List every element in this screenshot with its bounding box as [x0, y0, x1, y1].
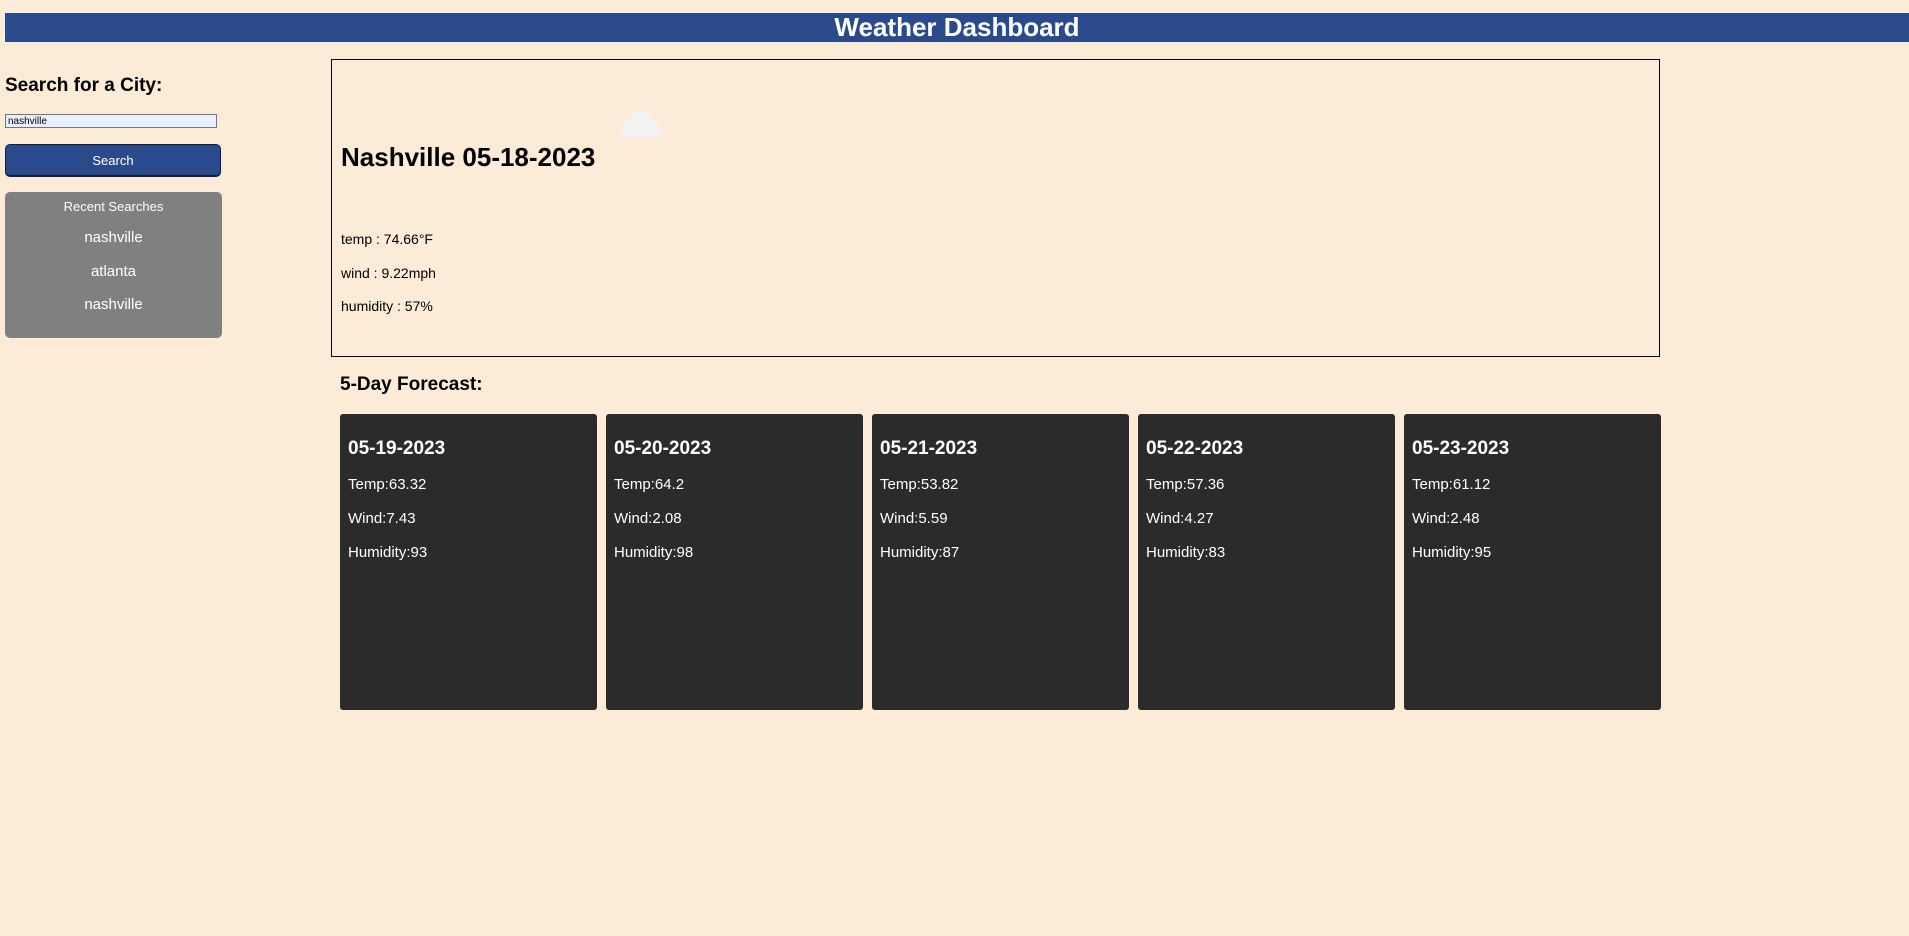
forecast-heading: 5-Day Forecast: [340, 374, 483, 395]
forecast-wind: Wind:2.08 [614, 510, 682, 527]
forecast-humidity: Humidity:98 [614, 544, 694, 561]
forecast-date: 05-19-2023 [348, 438, 446, 459]
forecast-card: 05-20-2023 Temp:64.2 Wind:2.08 Humidity:… [606, 414, 863, 710]
forecast-card: 05-21-2023 Temp:53.82 Wind:5.59 Humidity… [872, 414, 1129, 710]
current-weather-panel: Nashville 05-18-2023 temp : 74.66°F wind… [331, 59, 1660, 357]
forecast-humidity: Humidity:83 [1146, 544, 1226, 561]
forecast-temp: Temp:61.12 [1412, 476, 1491, 493]
forecast-wind: Wind:7.43 [348, 510, 416, 527]
forecast-card: 05-19-2023 Temp:63.32 Wind:7.43 Humidity… [340, 414, 597, 710]
forecast-humidity: Humidity:93 [348, 544, 428, 561]
current-wind: wind : 9.22mph [341, 265, 436, 281]
current-temp: temp : 74.66°F [341, 231, 433, 247]
forecast-date: 05-20-2023 [614, 438, 712, 459]
forecast-card: 05-23-2023 Temp:61.12 Wind:2.48 Humidity… [1404, 414, 1661, 710]
cloud-icon [615, 106, 667, 142]
forecast-temp: Temp:57.36 [1146, 476, 1225, 493]
forecast-card: 05-22-2023 Temp:57.36 Wind:4.27 Humidity… [1138, 414, 1395, 710]
forecast-date: 05-22-2023 [1146, 438, 1244, 459]
forecast-humidity: Humidity:87 [880, 544, 960, 561]
forecast-date: 05-21-2023 [880, 438, 978, 459]
search-heading: Search for a City: [5, 75, 163, 96]
forecast-temp: Temp:63.32 [348, 476, 427, 493]
app-title: Weather Dashboard [834, 12, 1080, 42]
forecast-wind: Wind:2.48 [1412, 510, 1480, 527]
current-humidity: humidity : 57% [341, 298, 433, 314]
recent-searches-panel: Recent Searches nashville atlanta nashvi… [5, 192, 222, 338]
forecast-wind: Wind:5.59 [880, 510, 948, 527]
forecast-wind: Wind:4.27 [1146, 510, 1214, 527]
recent-search-item[interactable]: nashville [5, 296, 222, 313]
forecast-temp: Temp:64.2 [614, 476, 685, 493]
city-search-input[interactable] [5, 114, 217, 128]
recent-searches-title: Recent Searches [63, 199, 164, 214]
forecast-date: 05-23-2023 [1412, 438, 1510, 459]
app-header: Weather Dashboard [5, 13, 1909, 42]
recent-search-item[interactable]: atlanta [5, 263, 222, 280]
current-city-date: Nashville 05-18-2023 [341, 142, 596, 172]
forecast-temp: Temp:53.82 [880, 476, 959, 493]
recent-search-item[interactable]: nashville [5, 229, 222, 246]
forecast-humidity: Humidity:95 [1412, 544, 1492, 561]
search-button[interactable]: Search [5, 144, 221, 177]
